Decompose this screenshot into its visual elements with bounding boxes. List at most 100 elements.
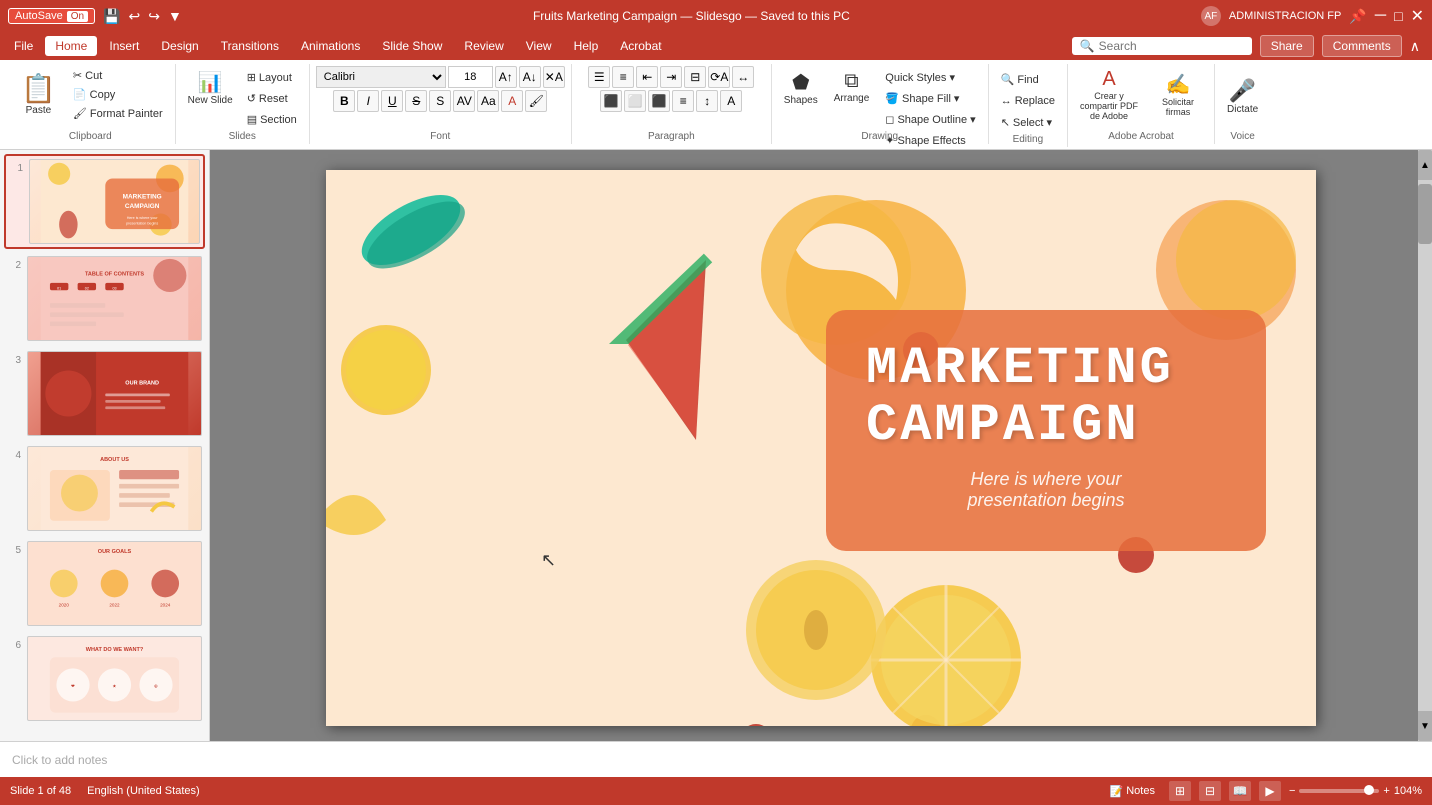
request-signatures-button[interactable]: ✍ Solicitar firmas xyxy=(1148,68,1208,121)
bold-button[interactable]: B xyxy=(333,90,355,112)
clear-format-button[interactable]: ✕A xyxy=(543,66,565,88)
format-painter-button[interactable]: 🖌 Format Painter xyxy=(67,104,169,123)
replace-button[interactable]: ↔ Replace xyxy=(995,92,1061,110)
cut-button[interactable]: ✂ Cut xyxy=(67,66,169,85)
strikethrough-button[interactable]: S xyxy=(405,90,427,112)
notes-placeholder[interactable]: Click to add notes xyxy=(12,753,107,767)
scroll-thumb[interactable] xyxy=(1418,184,1432,244)
menu-insert[interactable]: Insert xyxy=(99,36,149,56)
columns-button[interactable]: ⊟ xyxy=(684,66,706,88)
status-bar: Slide 1 of 48 English (United States) 📝 … xyxy=(0,777,1432,805)
vertical-scrollbar[interactable]: ▲ ▼ xyxy=(1418,150,1432,741)
convert-to-smartart-button[interactable]: ↔ xyxy=(732,66,754,88)
slide-preview-2: TABLE OF CONTENTS 01 02 03 xyxy=(27,256,202,341)
change-case-button[interactable]: Aa xyxy=(477,90,499,112)
notes-toggle-button[interactable]: 📝 Notes xyxy=(1104,782,1161,801)
maximize-btn[interactable]: □ xyxy=(1394,8,1402,24)
search-input[interactable] xyxy=(1099,39,1244,53)
user-avatar[interactable]: AF xyxy=(1201,6,1221,26)
main-area: 1 MARKETING CAMPAIGN Here is where your … xyxy=(0,150,1432,741)
font-color-button[interactable]: A xyxy=(501,90,523,112)
slide-preview-4: ABOUT US xyxy=(27,446,202,531)
line-spacing-button[interactable]: ↕ xyxy=(696,90,718,112)
slide-thumb-3[interactable]: 3 OUR BRAND xyxy=(4,348,205,439)
expand-icon[interactable]: ∧ xyxy=(1410,38,1420,55)
minimize-btn[interactable]: ─ xyxy=(1375,7,1386,25)
slide-thumb-1[interactable]: 1 MARKETING CAMPAIGN Here is where your … xyxy=(4,154,205,249)
slide-thumb-6[interactable]: 6 WHAT DO WE WANT? ❤ ★ ⊕ xyxy=(4,633,205,724)
zoom-in-icon[interactable]: + xyxy=(1383,785,1389,797)
svg-text:❤: ❤ xyxy=(71,684,75,689)
menu-animations[interactable]: Animations xyxy=(291,36,370,56)
reset-button[interactable]: ↺ Reset xyxy=(241,89,303,108)
underline-button[interactable]: U xyxy=(381,90,403,112)
zoom-out-icon[interactable]: − xyxy=(1289,785,1295,797)
ribbon-icon[interactable]: 📌 xyxy=(1349,8,1366,25)
redo-icon[interactable]: ↪ xyxy=(148,8,160,25)
bullets-button[interactable]: ☰ xyxy=(588,66,610,88)
slide-canvas[interactable]: MARKETING CAMPAIGN Here is where yourpre… xyxy=(326,170,1316,726)
slide-thumb-5[interactable]: 5 OUR GOALS 2020 2022 2024 xyxy=(4,538,205,629)
text-direction-button[interactable]: ⟳A xyxy=(708,66,730,88)
menu-acrobat[interactable]: Acrobat xyxy=(610,36,671,56)
slide-sorter-button[interactable]: ⊟ xyxy=(1199,781,1221,801)
find-button[interactable]: 🔍 Find xyxy=(995,70,1045,89)
slide-thumb-2[interactable]: 2 TABLE OF CONTENTS 01 02 03 xyxy=(4,253,205,344)
clipboard-label: Clipboard xyxy=(69,131,112,144)
share-button[interactable]: Share xyxy=(1260,35,1314,57)
slide-thumb-4[interactable]: 4 ABOUT US xyxy=(4,443,205,534)
autosave-badge[interactable]: AutoSave On xyxy=(8,8,95,24)
new-slide-button[interactable]: 📊 New Slide xyxy=(182,66,239,110)
numbering-button[interactable]: ≡ xyxy=(612,66,634,88)
save-icon[interactable]: 💾 xyxy=(103,8,120,25)
customize-icon[interactable]: ▼ xyxy=(168,8,182,24)
comments-button[interactable]: Comments xyxy=(1322,35,1402,57)
align-center-button[interactable]: ⬜ xyxy=(624,90,646,112)
normal-view-button[interactable]: ⊞ xyxy=(1169,781,1191,801)
paste-button[interactable]: 📋 Paste xyxy=(12,66,65,122)
decrease-indent-button[interactable]: ⇤ xyxy=(636,66,658,88)
section-button[interactable]: ▤ Section xyxy=(241,110,303,129)
quick-styles-button[interactable]: Quick Styles ▾ xyxy=(879,68,981,87)
reading-view-button[interactable]: 📖 xyxy=(1229,781,1251,801)
create-pdf-button[interactable]: A Crear y compartir PDF de Adobe xyxy=(1074,64,1144,125)
font-shrink-button[interactable]: A↓ xyxy=(519,66,541,88)
justify-button[interactable]: ≡ xyxy=(672,90,694,112)
layout-button[interactable]: ⊞ Layout xyxy=(241,68,303,87)
zoom-slider[interactable] xyxy=(1299,789,1379,793)
undo-icon[interactable]: ↩ xyxy=(128,8,140,25)
title-box[interactable]: MARKETING CAMPAIGN Here is where yourpre… xyxy=(826,310,1266,551)
italic-button[interactable]: I xyxy=(357,90,379,112)
shapes-button[interactable]: ⬟ Shapes xyxy=(778,66,824,110)
menu-file[interactable]: File xyxy=(4,36,43,56)
char-spacing-button[interactable]: AV xyxy=(453,90,475,112)
menu-transitions[interactable]: Transitions xyxy=(211,36,289,56)
align-right-button[interactable]: ⬛ xyxy=(648,90,670,112)
font-grow-button[interactable]: A↑ xyxy=(495,66,517,88)
menu-help[interactable]: Help xyxy=(564,36,609,56)
copy-button[interactable]: 📄 Copy xyxy=(67,85,169,104)
font-size-input[interactable] xyxy=(448,66,493,88)
text-shadow-button[interactable]: A xyxy=(720,90,742,112)
autosave-toggle[interactable]: On xyxy=(67,11,88,22)
select-button[interactable]: ↖ Select ▾ xyxy=(995,113,1058,132)
menu-view[interactable]: View xyxy=(516,36,562,56)
menu-design[interactable]: Design xyxy=(151,36,208,56)
shadow-button[interactable]: S xyxy=(429,90,451,112)
menu-review[interactable]: Review xyxy=(454,36,513,56)
menu-slideshow[interactable]: Slide Show xyxy=(372,36,452,56)
highlight-button[interactable]: 🖌 xyxy=(525,90,547,112)
search-box[interactable]: 🔍 xyxy=(1072,37,1252,55)
shape-fill-button[interactable]: 🪣 Shape Fill ▾ xyxy=(879,89,981,108)
menu-home[interactable]: Home xyxy=(45,36,97,56)
select-icon: ↖ xyxy=(1001,116,1010,129)
increase-indent-button[interactable]: ⇥ xyxy=(660,66,682,88)
close-btn[interactable]: ✕ xyxy=(1411,6,1424,26)
slideshow-button[interactable]: ▶ xyxy=(1259,781,1281,801)
dictate-button[interactable]: 🎤 Dictate xyxy=(1221,74,1264,119)
shape-outline-button[interactable]: ◻ Shape Outline ▾ xyxy=(879,110,981,129)
font-name-selector[interactable]: Calibri xyxy=(316,66,446,88)
slide-preview-5: OUR GOALS 2020 2022 2024 xyxy=(27,541,202,626)
align-left-button[interactable]: ⬛ xyxy=(600,90,622,112)
arrange-button[interactable]: ⧉ Arrange xyxy=(828,66,876,108)
